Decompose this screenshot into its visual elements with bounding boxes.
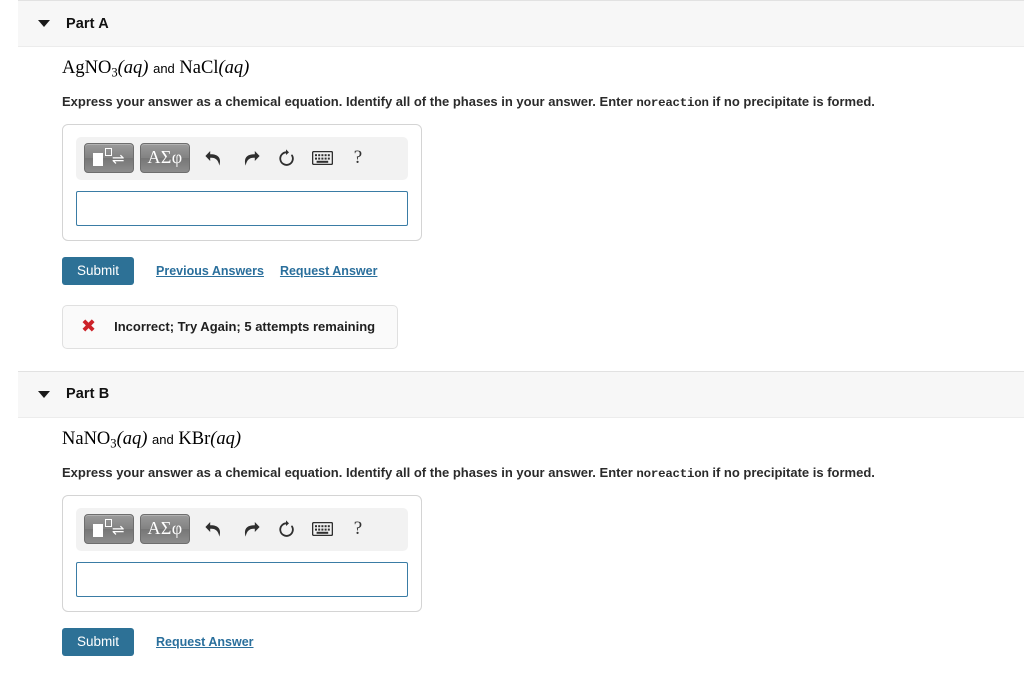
redo-icon[interactable] xyxy=(232,143,268,173)
part-a-body: AgNO3(aq) and NaCl(aq) Express your answ… xyxy=(0,47,1024,371)
reactant-1-phase: (aq) xyxy=(116,428,148,449)
caret-down-icon[interactable] xyxy=(38,20,50,27)
part-b-toolbar: ⇌ ΑΣφ ? xyxy=(76,507,408,551)
caret-down-icon[interactable] xyxy=(38,390,50,398)
reset-icon[interactable] xyxy=(268,143,304,173)
part-a-answer-input[interactable] xyxy=(76,190,408,226)
part-b-answer-input[interactable] xyxy=(76,561,408,597)
instructions-keyword: noreaction xyxy=(636,466,709,481)
part-a-feedback-text: Incorrect; Try Again; 5 attempts remaini… xyxy=(114,319,376,335)
part-b-answer-box: ⇌ ΑΣφ ? xyxy=(62,494,422,612)
formula-conjunction: and xyxy=(153,61,175,76)
chemical-template-button[interactable]: ⇌ xyxy=(84,514,134,545)
undo-icon[interactable] xyxy=(196,514,232,544)
keyboard-icon[interactable] xyxy=(304,143,340,173)
part-a-request-answer-link[interactable]: Request Answer xyxy=(280,264,377,278)
part-a-previous-answers-link[interactable]: Previous Answers xyxy=(156,264,264,278)
x-mark-icon: ✖ xyxy=(81,315,97,337)
reactant-1-phase: (aq) xyxy=(117,58,149,78)
chemical-template-button[interactable]: ⇌ xyxy=(84,143,134,174)
reactant-2-formula: NaCl xyxy=(179,58,219,78)
part-b-header[interactable]: Part B xyxy=(18,370,1024,418)
reactant-1-formula: NaNO xyxy=(62,428,111,449)
part-a-submit-button[interactable]: Submit xyxy=(62,256,135,285)
chemical-template-icon: ⇌ xyxy=(92,148,126,168)
instructions-text-after: if no precipitate is formed. xyxy=(708,94,875,110)
part-a-instructions: Express your answer as a chemical equati… xyxy=(62,93,1024,112)
part-a-title: Part A xyxy=(66,15,109,32)
greek-symbols-button[interactable]: ΑΣφ xyxy=(140,143,190,174)
part-b-submit-button[interactable]: Submit xyxy=(62,627,135,656)
instructions-text-after: if no precipitate is formed. xyxy=(708,464,875,480)
part-a-formula: AgNO3(aq) and NaCl(aq) xyxy=(62,59,1024,79)
part-a-toolbar: ⇌ ΑΣφ ? xyxy=(76,136,408,180)
instructions-keyword: noreaction xyxy=(636,96,709,111)
help-icon[interactable]: ? xyxy=(340,514,376,544)
keyboard-icon[interactable] xyxy=(304,514,340,544)
part-b-body: NaNO3(aq) and KBr(aq) Express your answe… xyxy=(0,418,1024,656)
reactant-2-formula: KBr xyxy=(178,428,211,449)
problem-page: Part A AgNO3(aq) and NaCl(aq) Express yo… xyxy=(0,0,1024,693)
part-a-header[interactable]: Part A xyxy=(18,0,1024,47)
help-icon[interactable]: ? xyxy=(340,143,376,173)
part-a-feedback: ✖ Incorrect; Try Again; 5 attempts remai… xyxy=(62,304,399,349)
reset-icon[interactable] xyxy=(268,514,304,544)
part-b-formula: NaNO3(aq) and KBr(aq) xyxy=(62,430,1024,450)
formula-conjunction: and xyxy=(152,431,174,447)
part-b-actions: Submit Request Answer xyxy=(62,627,1024,656)
reactant-1-formula: AgNO xyxy=(62,58,112,78)
instructions-text-before: Express your answer as a chemical equati… xyxy=(62,464,637,480)
reactant-2-phase: (aq) xyxy=(210,428,242,449)
greek-symbols-button[interactable]: ΑΣφ xyxy=(140,514,190,545)
part-b-title: Part B xyxy=(66,386,110,403)
chemical-template-icon: ⇌ xyxy=(92,519,126,539)
part-a-actions: Submit Previous Answers Request Answer xyxy=(62,256,1024,285)
instructions-text-before: Express your answer as a chemical equati… xyxy=(62,94,637,110)
part-a-answer-box: ⇌ ΑΣφ ? xyxy=(62,123,422,241)
part-b-instructions: Express your answer as a chemical equati… xyxy=(62,464,1024,483)
reactant-2-phase: (aq) xyxy=(218,58,250,78)
part-b-request-answer-link[interactable]: Request Answer xyxy=(156,635,253,649)
redo-icon[interactable] xyxy=(232,514,268,544)
undo-icon[interactable] xyxy=(196,143,232,173)
